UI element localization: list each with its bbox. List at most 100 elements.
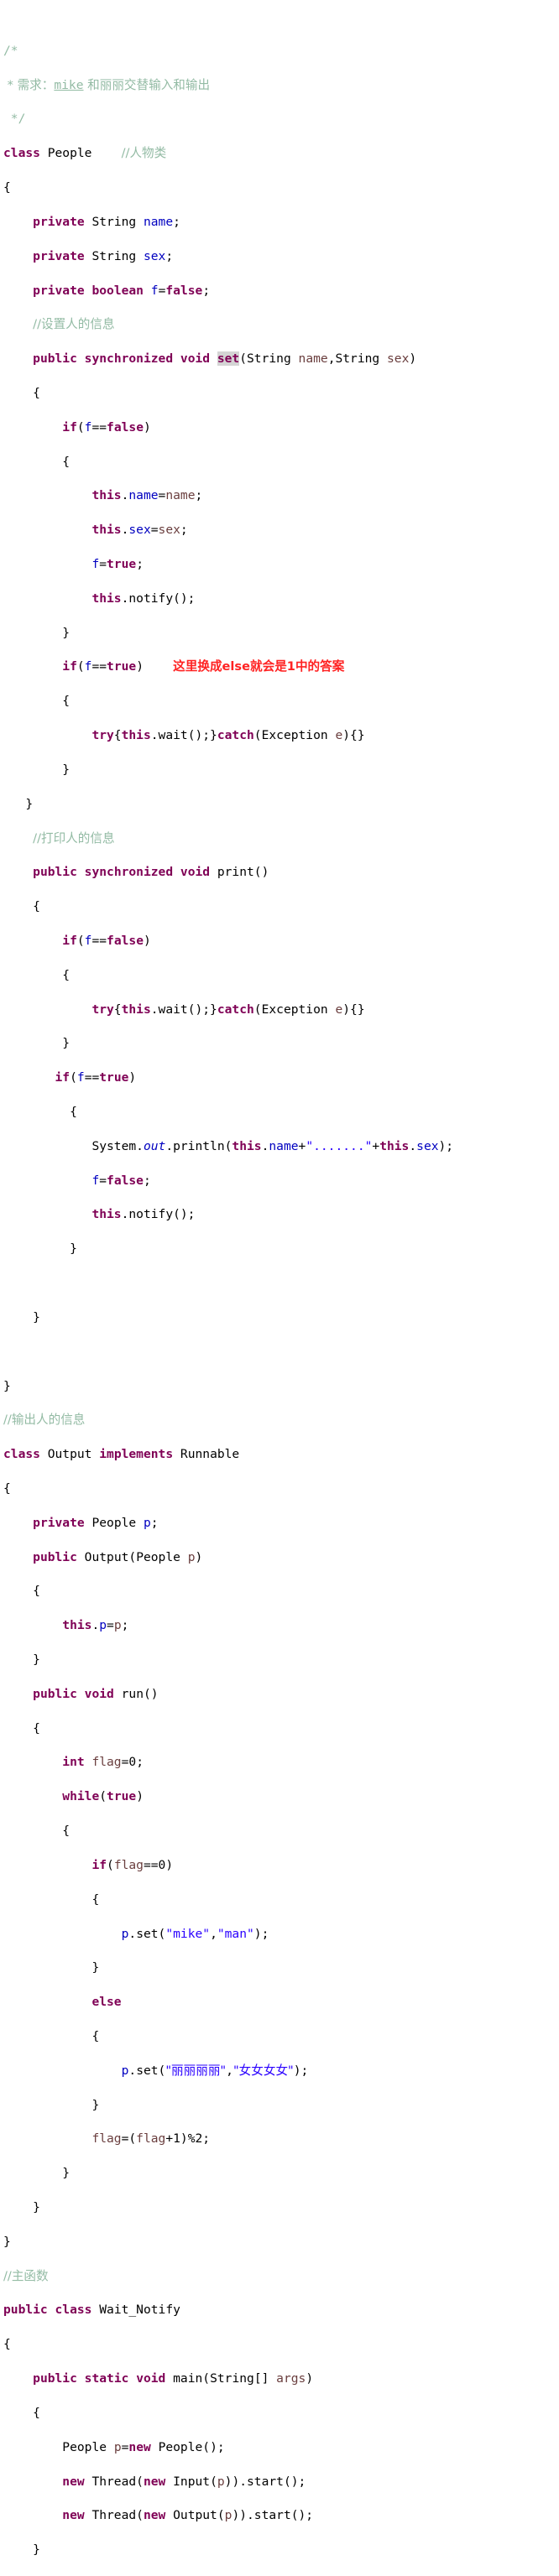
- keyword-class: class: [55, 2303, 92, 2318]
- code-line: }: [3, 1652, 40, 1667]
- method-main: main: [173, 2371, 203, 2386]
- literal-true: true: [107, 659, 137, 674]
- literal-false: false: [107, 933, 144, 948]
- method-print: print: [217, 865, 254, 880]
- keyword-synchronized: synchronized: [84, 865, 174, 880]
- comment-set-info: //设置人的信息: [33, 317, 115, 332]
- local-p: p: [224, 2508, 232, 2523]
- comment-link-mike[interactable]: mike: [54, 78, 83, 92]
- field-name: name: [269, 1138, 299, 1153]
- method-set: set: [136, 1926, 159, 1941]
- keyword-int: int: [62, 1755, 85, 1770]
- literal-zero: 0: [128, 1755, 137, 1770]
- keyword-void: void: [180, 865, 211, 880]
- type-wait-notify: Wait_Notify: [99, 2303, 180, 2318]
- type-exception: Exception: [261, 728, 328, 743]
- field-p: p: [99, 1618, 107, 1633]
- keyword-if: if: [62, 419, 77, 435]
- keyword-new: new: [143, 2474, 166, 2489]
- field-f: f: [84, 933, 92, 948]
- type-people: People: [158, 2439, 203, 2454]
- type-string: String: [210, 2371, 254, 2386]
- code-line: new Thread(new Output(p)).start();: [62, 2508, 314, 2523]
- code-line: this.name=name;: [91, 488, 203, 503]
- type-thread: Thread: [91, 2474, 137, 2489]
- field-f: f: [76, 1070, 85, 1085]
- field-p: p: [121, 1926, 129, 1941]
- field-f: f: [91, 557, 100, 571]
- comment-token: 和丽丽交替输入和输出: [83, 77, 211, 92]
- code-line: {: [3, 1824, 71, 1839]
- keyword-static: static: [84, 2371, 129, 2386]
- field-p: p: [143, 1515, 151, 1530]
- field-f: f: [84, 659, 92, 674]
- param-args: args: [276, 2371, 306, 2386]
- method-wait: wait: [158, 1002, 188, 1017]
- code-line: }: [3, 2234, 11, 2249]
- method-set-highlighted[interactable]: set: [217, 351, 240, 367]
- code-line: public synchronized void set(String name…: [33, 351, 417, 367]
- literal-zero: 0: [158, 1857, 166, 1872]
- keyword-this: this: [91, 591, 122, 606]
- keyword-this: this: [121, 1002, 151, 1017]
- code-line: {: [3, 2337, 11, 2352]
- code-line: }: [3, 2097, 100, 2112]
- code-line: flag=(flag+1)%2;: [91, 2131, 211, 2147]
- code-line: {: [3, 1720, 40, 1736]
- keyword-this: this: [121, 728, 151, 743]
- field-sex: sex: [143, 248, 166, 263]
- comment-token: * 需求：: [3, 77, 55, 92]
- literal-true: true: [107, 557, 137, 571]
- keyword-try: try: [91, 1002, 114, 1017]
- keyword-public: public: [33, 2371, 77, 2386]
- param-p: p: [113, 1618, 122, 1633]
- code-line: {: [3, 1105, 77, 1119]
- type-string: String: [335, 351, 380, 367]
- literal-two: 2: [195, 2131, 203, 2147]
- code-line: class People //人物类: [3, 145, 559, 162]
- keyword-void: void: [84, 1686, 114, 1701]
- red-annotation-note: 这里换成else就会是1中的答案: [173, 659, 345, 674]
- keyword-private: private: [33, 1515, 85, 1530]
- method-println: println: [173, 1138, 225, 1153]
- keyword-if: if: [62, 659, 77, 674]
- code-line: this.sex=sex;: [91, 523, 188, 538]
- keyword-public: public: [33, 1549, 77, 1564]
- code-line: private String sex;: [33, 248, 174, 263]
- keyword-catch: catch: [217, 1002, 254, 1017]
- code-editor-viewport[interactable]: /* * 需求：mike 和丽丽交替输入和输出 */ class People …: [0, 0, 559, 2576]
- method-set: set: [136, 2063, 159, 2078]
- keyword-this: this: [91, 488, 122, 503]
- code-line: public static void main(String[] args): [33, 2371, 314, 2386]
- keyword-void: void: [180, 351, 211, 367]
- keyword-while: while: [62, 1789, 100, 1804]
- code-line: private String name;: [33, 214, 180, 229]
- comment-token: /*: [3, 43, 18, 58]
- var-e: e: [335, 1002, 343, 1017]
- code-line: this.notify();: [91, 591, 196, 606]
- code-line: {: [3, 967, 71, 982]
- param-sex: sex: [158, 523, 180, 538]
- code-line: People p=new People();: [62, 2439, 225, 2454]
- param-name: name: [298, 351, 328, 367]
- code-line: {: [3, 1892, 100, 1907]
- local-p: p: [113, 2439, 122, 2454]
- local-p: p: [217, 2474, 225, 2489]
- method-start: start: [253, 2508, 291, 2523]
- keyword-new: new: [62, 2508, 85, 2523]
- keyword-new: new: [128, 2439, 151, 2454]
- type-people: People: [136, 1549, 180, 1564]
- keyword-this: this: [91, 523, 122, 538]
- code-line: private boolean f=false;: [33, 283, 211, 298]
- literal-false: false: [107, 419, 144, 435]
- code-line: public void run(): [33, 1686, 159, 1701]
- constructor-output: Output: [84, 1549, 129, 1564]
- type-string: String: [91, 248, 137, 263]
- param-p: p: [187, 1549, 196, 1564]
- code-line: {: [3, 1481, 11, 1496]
- type-output: Output: [47, 1447, 92, 1462]
- static-field-out: out: [143, 1138, 166, 1153]
- code-line: System.out.println(this.name+"......."+t…: [91, 1138, 454, 1153]
